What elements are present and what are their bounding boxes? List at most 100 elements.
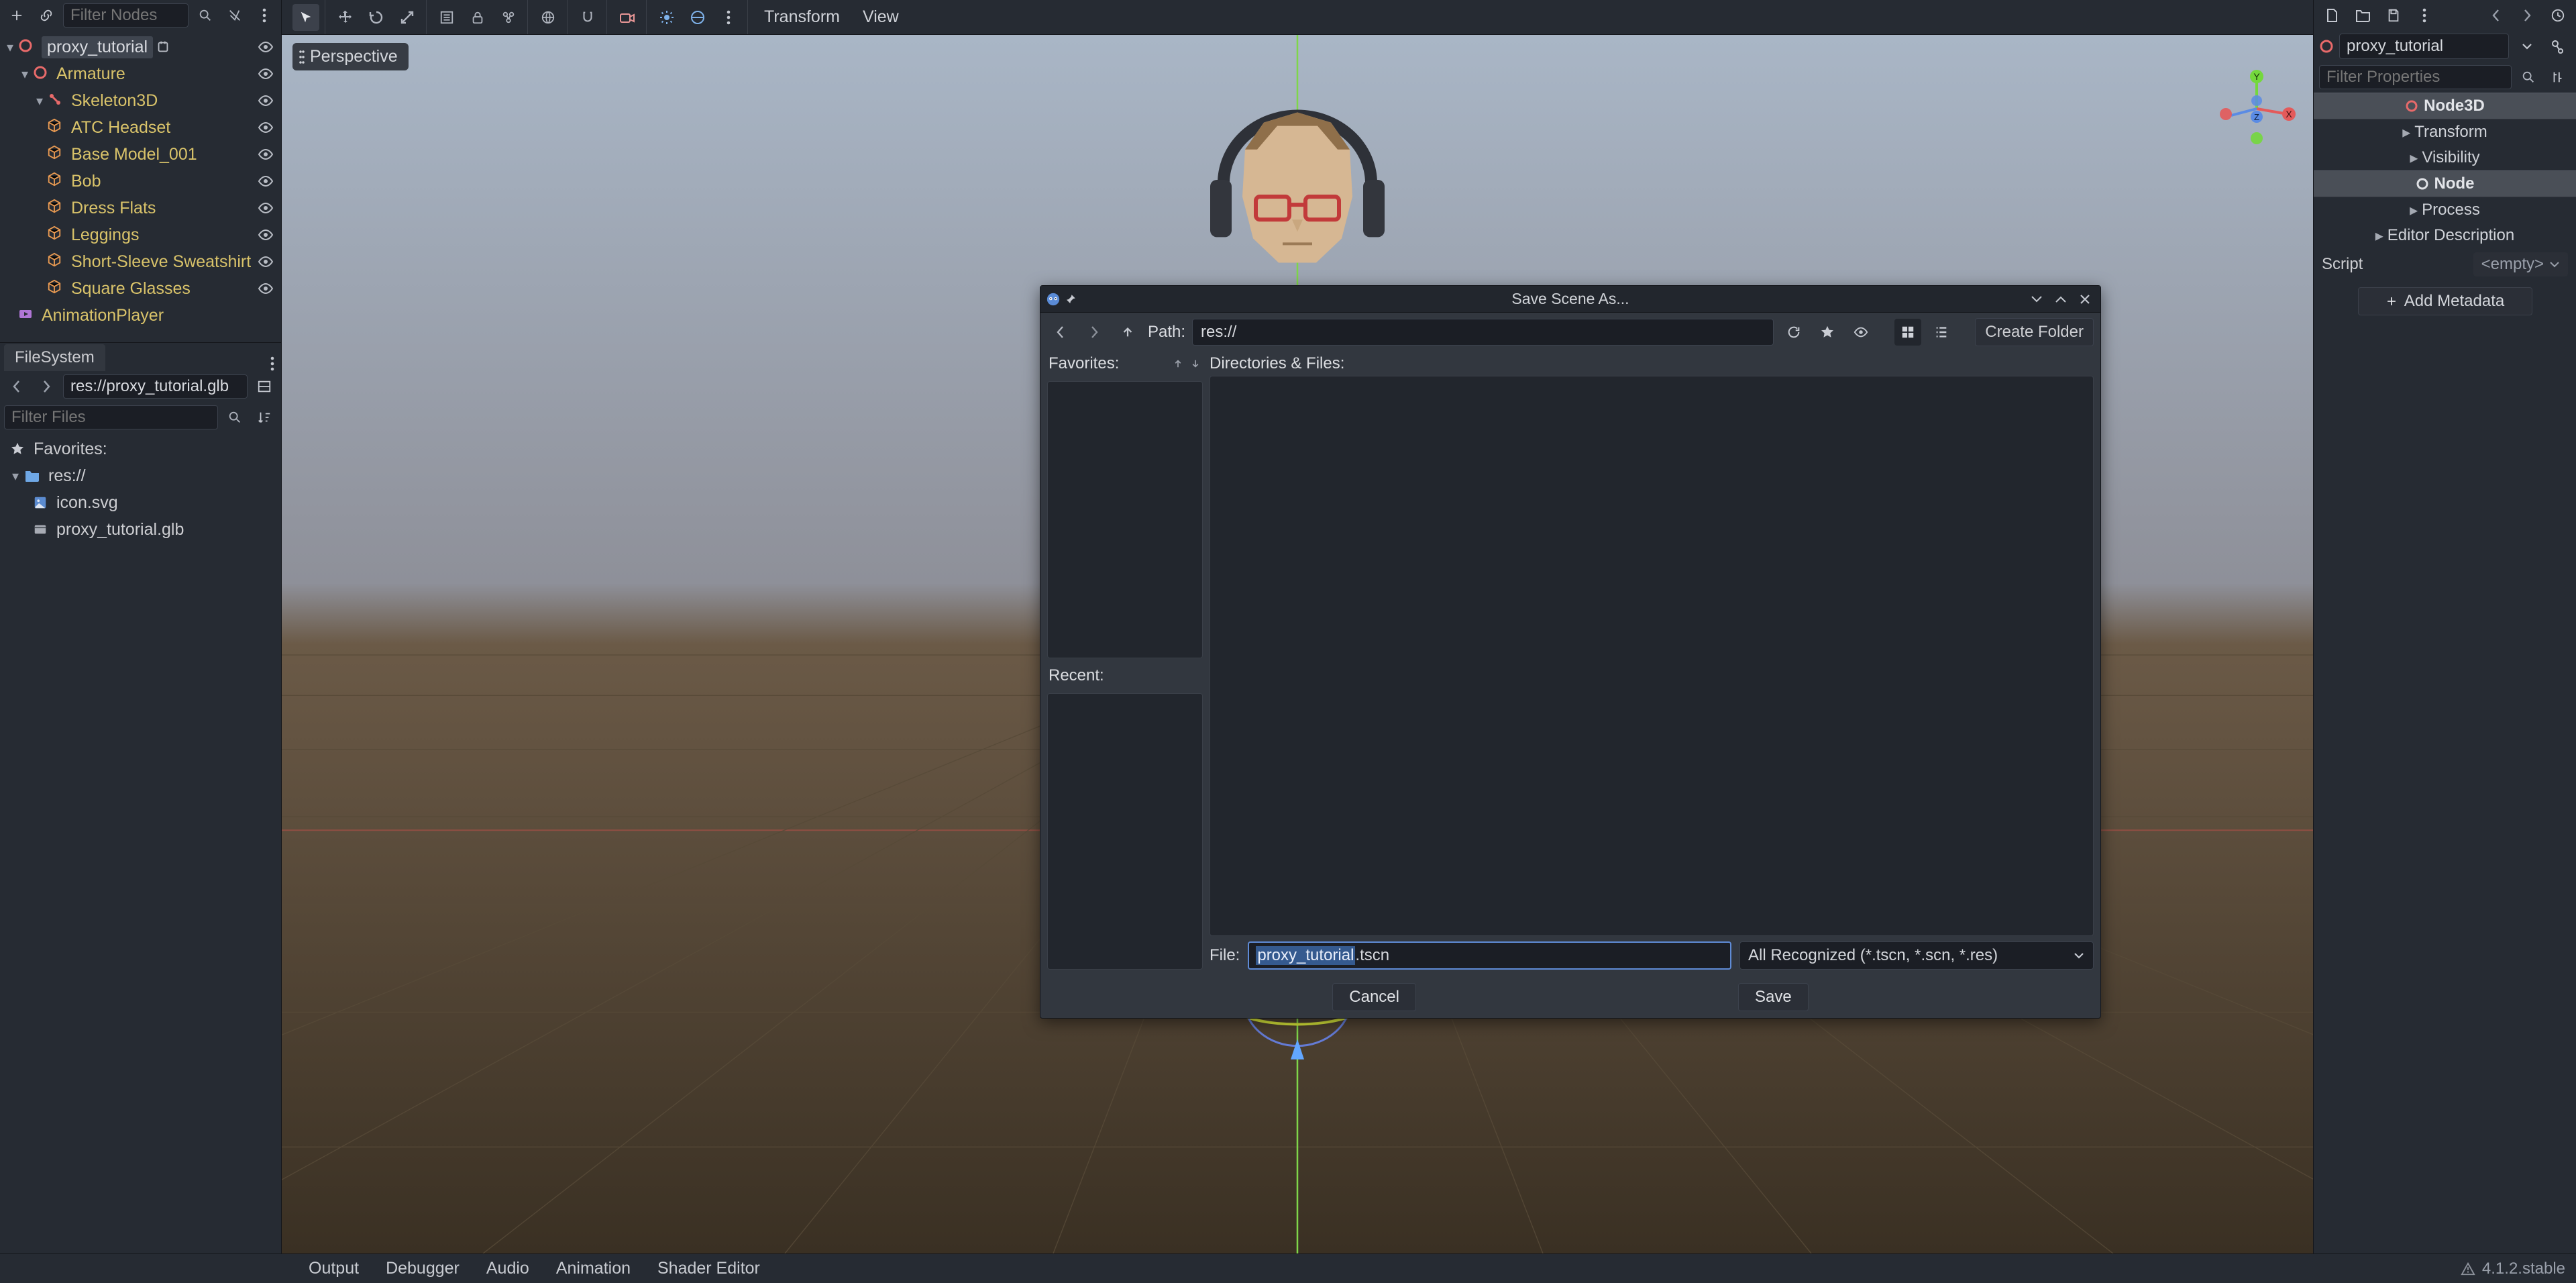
dlg-recent-pane[interactable] bbox=[1047, 693, 1203, 970]
bottom-tab-audio[interactable]: Audio bbox=[473, 1259, 543, 1278]
snap-button[interactable] bbox=[574, 4, 601, 31]
fs-filter-search-icon[interactable] bbox=[222, 405, 248, 430]
visibility-toggle-icon[interactable] bbox=[256, 200, 276, 216]
view-menu[interactable]: View bbox=[853, 7, 908, 27]
viewport-canvas[interactable]: Perspective Y X Z bbox=[282, 35, 2313, 1253]
axis-gizmo[interactable]: Y X Z bbox=[2216, 68, 2297, 149]
dlg-up-button[interactable] bbox=[1114, 319, 1141, 346]
dlg-favorite-button[interactable] bbox=[1814, 319, 1841, 346]
fs-root[interactable]: ▾ res:// bbox=[8, 462, 273, 489]
filesystem-dock-options-icon[interactable] bbox=[270, 356, 281, 371]
cancel-button[interactable]: Cancel bbox=[1332, 983, 1416, 1011]
visibility-toggle-icon[interactable] bbox=[256, 119, 276, 136]
visibility-toggle-icon[interactable] bbox=[256, 280, 276, 297]
bottom-tab-output[interactable]: Output bbox=[295, 1259, 372, 1278]
dlg-type-select[interactable]: All Recognized (*.tscn, *.scn, *.res) bbox=[1739, 941, 2094, 970]
transform-menu[interactable]: Transform bbox=[755, 7, 849, 27]
visibility-toggle-icon[interactable] bbox=[256, 146, 276, 162]
fs-filter-input[interactable] bbox=[4, 405, 218, 429]
dlg-refresh-button[interactable] bbox=[1780, 319, 1807, 346]
dlg-list-view-button[interactable] bbox=[1928, 319, 1955, 346]
scene-tree-node-mesh[interactable]: Short-Sleeve Sweatshirt bbox=[3, 248, 276, 275]
doc-icon[interactable] bbox=[2545, 34, 2571, 59]
dlg-grid-view-button[interactable] bbox=[1894, 319, 1921, 346]
pin-icon[interactable] bbox=[1065, 293, 1077, 305]
bottom-tab-animation[interactable]: Animation bbox=[543, 1259, 644, 1278]
prop-group-editor-desc[interactable]: ▸Editor Description bbox=[2314, 223, 2576, 248]
scene-more-button[interactable] bbox=[252, 3, 277, 28]
scene-tree-node-mesh[interactable]: Square Glasses bbox=[3, 275, 276, 302]
sun-preview-button[interactable] bbox=[653, 4, 680, 31]
dlg-file-input[interactable]: proxy_tutorial.tscn bbox=[1248, 941, 1731, 970]
dlg-files-pane[interactable] bbox=[1210, 376, 2094, 936]
open-in-editor-icon[interactable] bbox=[153, 40, 173, 54]
prop-group-transform[interactable]: ▸Transform bbox=[2314, 119, 2576, 145]
move-tool-button[interactable] bbox=[332, 4, 359, 31]
visibility-toggle-icon[interactable] bbox=[256, 254, 276, 270]
create-folder-button[interactable]: Create Folder bbox=[1975, 318, 2094, 346]
add-node-button[interactable] bbox=[4, 3, 30, 28]
fs-sort-button[interactable] bbox=[252, 405, 277, 430]
fs-split-button[interactable] bbox=[252, 374, 277, 399]
dlg-forward-button[interactable] bbox=[1081, 319, 1108, 346]
scale-tool-button[interactable] bbox=[394, 4, 421, 31]
chevron-down-icon[interactable] bbox=[2514, 34, 2540, 59]
insp-open-button[interactable] bbox=[2350, 3, 2375, 28]
prop-group-process[interactable]: ▸Process bbox=[2314, 197, 2576, 223]
alert-icon[interactable] bbox=[2461, 1262, 2475, 1276]
scene-tree-node-mesh[interactable]: ATC Headset bbox=[3, 114, 276, 141]
rotate-tool-button[interactable] bbox=[363, 4, 390, 31]
inspector-filter-input[interactable] bbox=[2319, 65, 2512, 89]
dlg-back-button[interactable] bbox=[1047, 319, 1074, 346]
history-back-button[interactable] bbox=[2483, 3, 2509, 28]
dlg-favorites-pane[interactable] bbox=[1047, 381, 1203, 658]
preview-more-button[interactable] bbox=[715, 4, 742, 31]
visibility-toggle-icon[interactable] bbox=[256, 93, 276, 109]
scene-tree-node-armature[interactable]: ▾ Armature bbox=[3, 60, 276, 87]
visibility-toggle-icon[interactable] bbox=[256, 227, 276, 243]
env-preview-button[interactable] bbox=[684, 4, 711, 31]
bottom-tab-shader[interactable]: Shader Editor bbox=[644, 1259, 773, 1278]
history-button[interactable] bbox=[2545, 3, 2571, 28]
dlg-path-input[interactable]: res:// bbox=[1192, 319, 1774, 346]
visibility-toggle-icon[interactable] bbox=[256, 173, 276, 189]
camera-override-button[interactable] bbox=[614, 4, 641, 31]
scene-tree-node-mesh[interactable]: Bob bbox=[3, 168, 276, 195]
prop-group-visibility[interactable]: ▸Visibility bbox=[2314, 145, 2576, 170]
select-tool-button[interactable] bbox=[292, 4, 319, 31]
scene-tree-node-mesh[interactable]: Dress Flats bbox=[3, 195, 276, 221]
visibility-toggle-icon[interactable] bbox=[256, 39, 276, 55]
scene-tree-node-mesh[interactable]: Base Model_001 bbox=[3, 141, 276, 168]
scene-filter-input[interactable] bbox=[63, 3, 189, 28]
scene-tree-node-skeleton[interactable]: ▾ Skeleton3D bbox=[3, 87, 276, 114]
minimize-icon[interactable] bbox=[2027, 291, 2047, 307]
perspective-badge[interactable]: Perspective bbox=[292, 43, 409, 70]
insp-more-button[interactable] bbox=[2412, 3, 2437, 28]
fs-file[interactable]: proxy_tutorial.glb bbox=[8, 516, 273, 543]
fs-back-button[interactable] bbox=[4, 374, 30, 399]
scene-filter-clear-button[interactable] bbox=[222, 3, 248, 28]
bottom-tab-debugger[interactable]: Debugger bbox=[372, 1259, 473, 1278]
fs-file[interactable]: icon.svg bbox=[8, 489, 273, 516]
inspector-tools-icon[interactable] bbox=[2545, 64, 2571, 90]
fs-path-input[interactable]: res://proxy_tutorial.glb bbox=[63, 374, 248, 399]
save-button[interactable]: Save bbox=[1738, 983, 1809, 1011]
dlg-show-hidden-button[interactable] bbox=[1847, 319, 1874, 346]
lock-button[interactable] bbox=[464, 4, 491, 31]
inspector-filter-search-icon[interactable] bbox=[2516, 64, 2541, 90]
fav-down-icon[interactable] bbox=[1189, 358, 1201, 370]
scene-tree-node-mesh[interactable]: Leggings bbox=[3, 221, 276, 248]
scene-tree-node-animplayer[interactable]: AnimationPlayer bbox=[3, 302, 276, 329]
filesystem-tab[interactable]: FileSystem bbox=[4, 344, 105, 371]
script-property[interactable]: Script <empty> bbox=[2314, 248, 2576, 280]
visibility-toggle-icon[interactable] bbox=[256, 66, 276, 82]
scene-tree-root[interactable]: ▾ proxy_tutorial bbox=[3, 34, 276, 60]
fs-forward-button[interactable] bbox=[34, 374, 59, 399]
add-metadata-button[interactable]: Add Metadata bbox=[2358, 287, 2532, 315]
link-node-button[interactable] bbox=[34, 3, 59, 28]
history-forward-button[interactable] bbox=[2514, 3, 2540, 28]
fav-up-icon[interactable] bbox=[1172, 358, 1184, 370]
maximize-icon[interactable] bbox=[2051, 291, 2071, 307]
group-button[interactable] bbox=[495, 4, 522, 31]
list-select-button[interactable] bbox=[433, 4, 460, 31]
